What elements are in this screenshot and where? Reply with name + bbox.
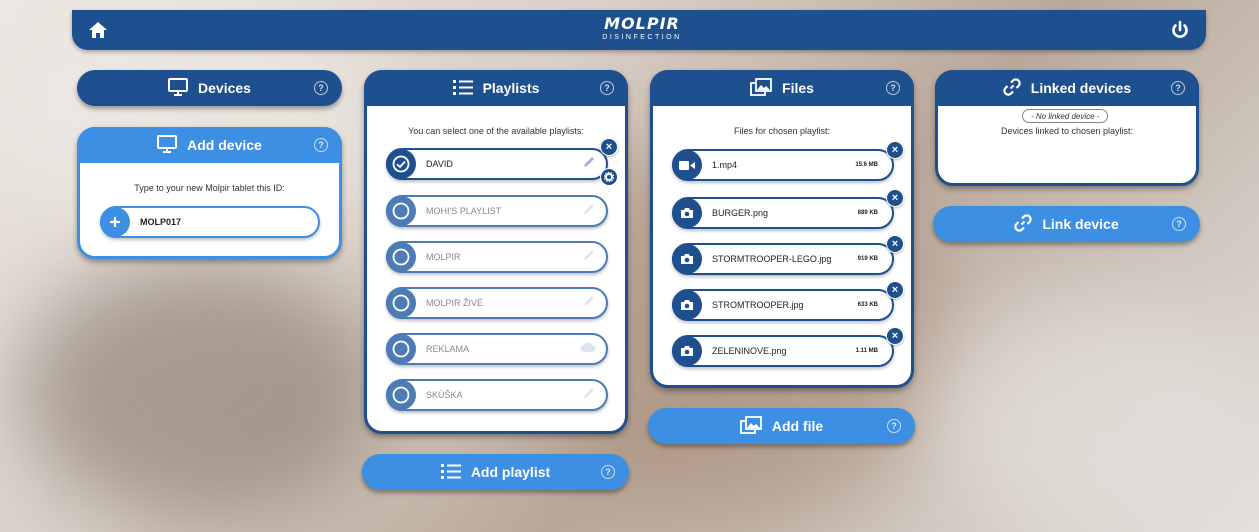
add-file-button[interactable]: Add file ? xyxy=(648,408,915,444)
link-icon xyxy=(1014,213,1033,235)
camera-icon xyxy=(672,336,702,366)
file-size: 15.6 MB xyxy=(855,162,878,168)
camera-icon xyxy=(672,290,702,320)
close-icon[interactable]: × xyxy=(600,138,618,156)
pencil-icon[interactable] xyxy=(582,202,596,221)
files-title: Files xyxy=(782,80,814,96)
add-playlist-button[interactable]: Add playlist ? xyxy=(362,454,629,490)
add-device-title: Add device xyxy=(187,137,262,153)
add-playlist-label: Add playlist xyxy=(470,464,551,480)
pencil-icon[interactable] xyxy=(582,248,596,267)
file-item[interactable]: ZELENINOVE.png 1.11 MB xyxy=(672,335,894,367)
linked-devices-caption: Devices linked to chosen playlist: xyxy=(1000,126,1134,136)
file-name: 1.mp4 xyxy=(712,160,738,170)
close-icon[interactable]: × xyxy=(886,141,904,159)
images-icon xyxy=(750,77,772,99)
monitor-icon xyxy=(168,77,189,99)
no-linked-device-label: - No linked device - xyxy=(1022,109,1109,123)
linked-devices-header: Linked devices ? xyxy=(935,70,1199,106)
power-icon[interactable] xyxy=(1170,20,1190,40)
file-name: BURGER.png xyxy=(712,208,769,218)
list-icon xyxy=(452,79,473,98)
playlist-item[interactable]: SKÚŠKA xyxy=(386,379,608,411)
close-icon[interactable]: × xyxy=(886,281,904,299)
files-card: Files ? Files for chosen playlist: 1.mp4… xyxy=(650,70,914,388)
playlist-label: REKLAMA xyxy=(426,344,470,354)
device-id-field[interactable]: MOLP017 xyxy=(100,206,320,238)
link-device-button[interactable]: Link device ? xyxy=(933,206,1200,242)
file-size: 919 KB xyxy=(857,256,878,262)
file-item[interactable]: BURGER.png 889 KB xyxy=(672,197,894,229)
playlists-caption: You can select one of the available play… xyxy=(408,126,584,136)
home-icon[interactable] xyxy=(88,20,108,40)
help-icon[interactable]: ? xyxy=(1171,81,1185,95)
help-icon[interactable]: ? xyxy=(887,419,901,433)
file-item[interactable]: STROMTROOPER.jpg 633 KB xyxy=(672,289,894,321)
plus-icon[interactable] xyxy=(100,207,130,237)
file-name: STORMTROOPER-LEGO.jpg xyxy=(712,254,832,264)
file-size: 633 KB xyxy=(857,302,878,308)
close-icon[interactable]: × xyxy=(886,189,904,207)
check-circle-icon xyxy=(386,149,416,179)
pencil-icon[interactable] xyxy=(582,294,596,313)
playlists-card: Playlists ? You can select one of the av… xyxy=(364,70,628,434)
playlist-label: MOHI'S PLAYLIST xyxy=(426,206,502,216)
circle-icon xyxy=(386,242,416,272)
device-id-value: MOLP017 xyxy=(140,217,182,227)
playlist-label: DAVID xyxy=(426,159,453,169)
file-size: 889 KB xyxy=(857,210,878,216)
linked-devices-title: Linked devices xyxy=(1030,80,1132,96)
devices-button[interactable]: Devices ? xyxy=(77,70,342,106)
file-name: ZELENINOVE.png xyxy=(712,346,787,356)
close-icon[interactable]: × xyxy=(886,327,904,345)
images-icon xyxy=(739,415,762,437)
top-bar: MOLPIR DISINFECTION xyxy=(72,10,1206,50)
playlist-item[interactable]: MOLPIR ŽIVÉ xyxy=(386,287,608,319)
file-item[interactable]: STORMTROOPER-LEGO.jpg 919 KB xyxy=(672,243,894,275)
pencil-icon[interactable] xyxy=(582,155,596,174)
link-icon xyxy=(1003,77,1021,99)
help-icon[interactable]: ? xyxy=(886,81,900,95)
link-device-label: Link device xyxy=(1042,216,1119,232)
playlists-title: Playlists xyxy=(482,80,540,96)
close-icon[interactable]: × xyxy=(886,235,904,253)
linked-devices-card: Linked devices ? Devices linked to chose… xyxy=(935,70,1199,186)
files-header: Files ? xyxy=(650,70,914,106)
playlist-label: MOLPIR ŽIVÉ xyxy=(426,298,484,308)
circle-icon xyxy=(386,334,416,364)
add-file-label: Add file xyxy=(771,418,824,434)
circle-icon xyxy=(386,380,416,410)
cloud-icon xyxy=(580,340,596,358)
playlist-label: MOLPIR xyxy=(426,252,461,262)
playlist-item[interactable]: MOLPIR xyxy=(386,241,608,273)
playlist-item[interactable]: REKLAMA xyxy=(386,333,608,365)
add-device-header: Add device ? xyxy=(77,127,342,163)
add-device-caption: Type to your new Molpir tablet this ID: xyxy=(134,183,285,193)
playlist-item[interactable]: MOHI'S PLAYLIST xyxy=(386,195,608,227)
help-icon[interactable]: ? xyxy=(1172,217,1186,231)
help-icon[interactable]: ? xyxy=(601,465,615,479)
playlists-header: Playlists ? xyxy=(364,70,628,106)
help-icon[interactable]: ? xyxy=(600,81,614,95)
video-icon xyxy=(672,150,702,180)
add-device-card: Add device ? Type to your new Molpir tab… xyxy=(77,127,342,259)
camera-icon xyxy=(672,244,702,274)
monitor-icon xyxy=(157,134,178,156)
devices-title: Devices xyxy=(198,80,251,96)
circle-icon xyxy=(386,288,416,318)
playlist-item-david[interactable]: DAVID xyxy=(386,148,608,180)
files-caption: Files for chosen playlist: xyxy=(733,126,831,136)
file-item[interactable]: 1.mp4 15.6 MB xyxy=(672,149,894,181)
gear-icon[interactable] xyxy=(600,168,618,186)
pencil-icon[interactable] xyxy=(582,386,596,405)
molpir-logo: MOLPIR DISINFECTION xyxy=(602,14,682,42)
camera-icon xyxy=(672,198,702,228)
file-name: STROMTROOPER.jpg xyxy=(712,300,804,310)
playlist-label: SKÚŠKA xyxy=(426,390,463,400)
circle-icon xyxy=(386,196,416,226)
help-icon[interactable]: ? xyxy=(314,81,328,95)
file-size: 1.11 MB xyxy=(855,348,878,354)
list-icon xyxy=(440,463,461,482)
help-icon[interactable]: ? xyxy=(314,138,328,152)
